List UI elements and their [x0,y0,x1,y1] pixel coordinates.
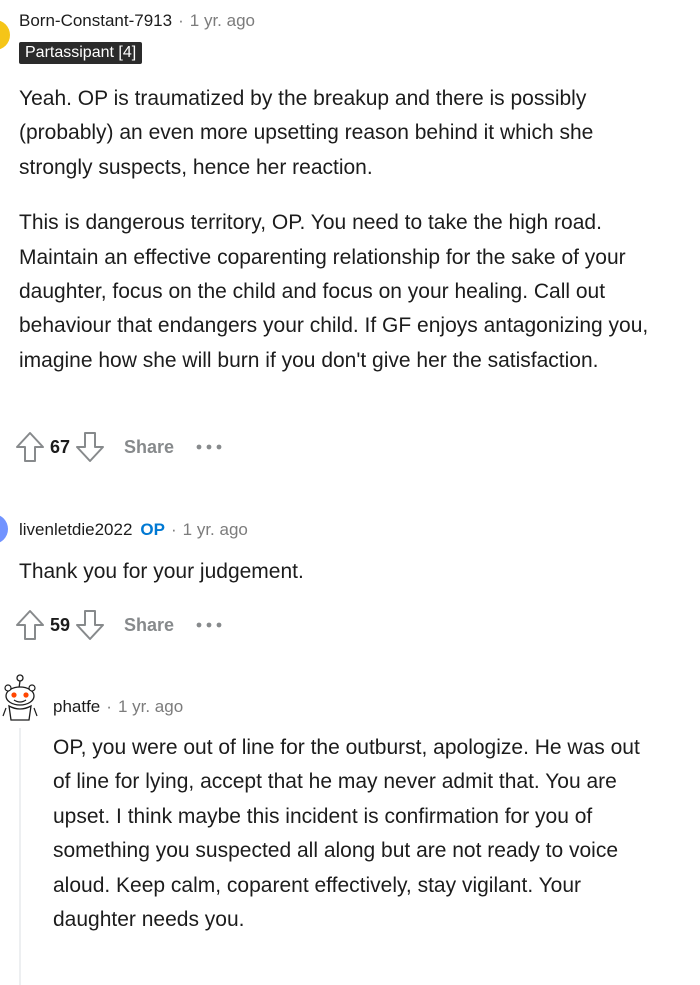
snoo-avatar-icon[interactable] [0,668,40,724]
comment-meta: phatfe · 1 yr. ago [53,695,183,719]
user-flair: Partassipant [4] [19,42,143,64]
separator: · [178,11,184,30]
separator: · [106,697,112,716]
ellipsis-icon[interactable] [196,607,226,643]
username[interactable]: phatfe [53,697,100,717]
timestamp[interactable]: 1 yr. ago [190,11,255,31]
username[interactable]: Born-Constant-7913 [19,11,172,31]
avatar[interactable] [0,20,10,50]
comment-paragraph: OP, you were out of line for the outburs… [53,736,640,932]
share-button[interactable]: Share [124,615,174,636]
share-button[interactable]: Share [124,437,174,458]
comment-meta: livenletdie2022 OP · 1 yr. ago [19,518,248,542]
comment-paragraph: Yeah. OP is traumatized by the breakup a… [19,87,594,179]
thread-line[interactable] [19,728,21,985]
upvote-arrow-icon[interactable] [12,429,48,465]
comment-body: Yeah. OP is traumatized by the breakup a… [19,82,659,378]
comment-body: Thank you for your judgement. [19,555,659,589]
vote-score: 67 [50,436,71,457]
separator: · [170,520,177,539]
timestamp[interactable]: 1 yr. ago [183,520,248,540]
vote-score: 59 [50,614,71,635]
op-badge: OP [140,520,165,539]
timestamp[interactable]: 1 yr. ago [118,697,183,717]
downvote-arrow-icon[interactable] [72,607,108,643]
comment-actions: 67 Share [12,429,226,465]
comment-body: OP, you were out of line for the outburs… [53,731,658,937]
comment-meta: Born-Constant-7913 · 1 yr. ago [19,9,255,33]
ellipsis-icon[interactable] [196,429,226,465]
avatar[interactable] [0,514,8,544]
comment-paragraph: This is dangerous territory, OP. You nee… [19,211,649,372]
username[interactable]: livenletdie2022 [19,520,132,540]
comment-actions: 59 Share [12,607,226,643]
upvote-arrow-icon[interactable] [12,607,48,643]
comment-paragraph: Thank you for your judgement. [19,560,304,583]
downvote-arrow-icon[interactable] [72,429,108,465]
